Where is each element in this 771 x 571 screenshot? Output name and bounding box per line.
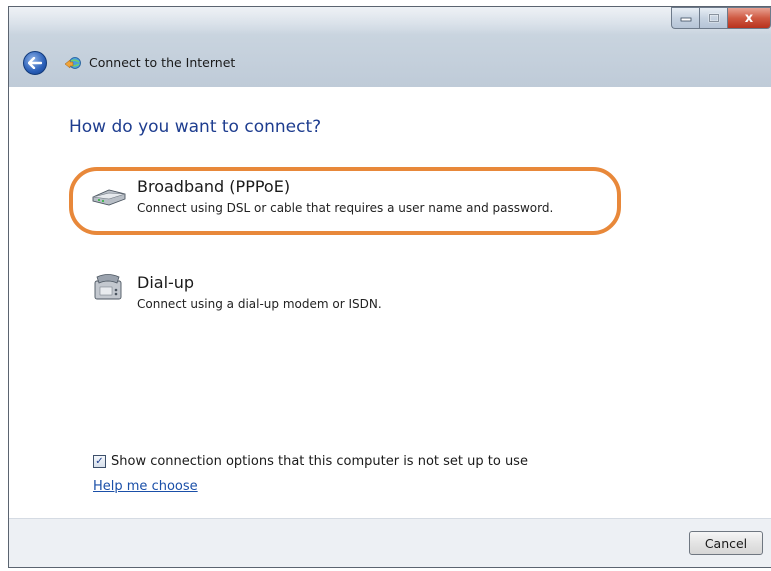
option-title: Broadband (PPPoE) [137, 177, 291, 196]
option-title: Dial-up [137, 273, 195, 292]
title-bar: x Connect to the Internet [9, 7, 771, 87]
option-dialup[interactable]: Dial-up Connect using a dial-up modem or… [69, 267, 629, 337]
checkmark-icon: ✓ [95, 455, 104, 467]
maximize-button[interactable] [699, 7, 727, 29]
wizard-content: How do you want to connect? Broadband (P… [9, 87, 771, 519]
minimize-button[interactable] [671, 7, 699, 29]
back-button[interactable] [23, 51, 47, 75]
option-description: Connect using DSL or cable that requires… [137, 201, 554, 215]
show-options-label: Show connection options that this comput… [111, 454, 528, 469]
wizard-window: x Connect to the Internet How do you wan… [8, 6, 771, 568]
network-globe-icon [64, 57, 81, 69]
option-description: Connect using a dial-up modem or ISDN. [137, 297, 382, 311]
title-bar-shine [9, 7, 771, 35]
broadband-modem-icon [92, 189, 126, 206]
show-options-checkbox[interactable]: ✓ [93, 455, 106, 468]
help-me-choose-link[interactable]: Help me choose [93, 479, 198, 494]
wizard-footer: Cancel [9, 518, 771, 567]
option-broadband[interactable]: Broadband (PPPoE) Connect using DSL or c… [69, 167, 629, 237]
maximize-icon [708, 13, 719, 23]
close-button[interactable]: x [727, 7, 771, 29]
cancel-button[interactable]: Cancel [689, 531, 763, 555]
show-options-checkbox-row[interactable]: ✓ Show connection options that this comp… [93, 454, 528, 469]
window-controls: x [671, 7, 771, 29]
dialup-modem-icon [94, 274, 122, 300]
page-heading: How do you want to connect? [69, 117, 322, 137]
close-icon: x [744, 10, 754, 26]
back-arrow-icon [28, 57, 42, 69]
minimize-icon [680, 17, 691, 22]
window-title: Connect to the Internet [89, 55, 236, 70]
